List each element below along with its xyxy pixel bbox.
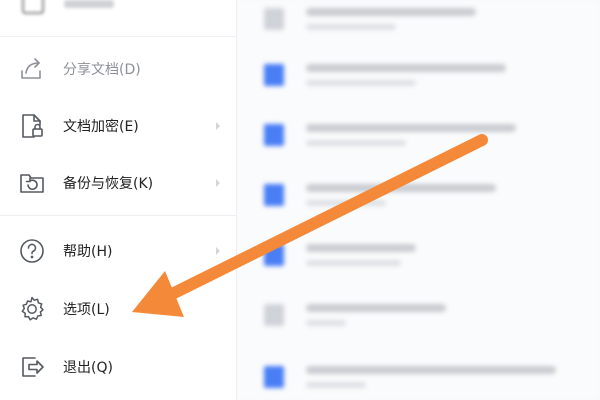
menu-item-label: 帮助(H) xyxy=(63,244,113,260)
chevron-right-icon xyxy=(213,121,223,131)
list-item xyxy=(258,58,588,98)
chevron-right-icon xyxy=(213,178,223,188)
folder-restore-icon xyxy=(17,168,47,198)
menu-divider xyxy=(0,215,236,216)
menu-item-label: 文档加密(E) xyxy=(63,119,139,135)
exit-icon xyxy=(17,352,47,382)
file-menu: 分享文档(D) 文档加密(E) 备份与恢复(K) 帮助(H) 选项(L) 退出(… xyxy=(0,0,237,400)
menu-item-partial xyxy=(0,0,236,28)
menu-item-share[interactable]: 分享文档(D) xyxy=(0,47,236,91)
menu-item-label: 分享文档(D) xyxy=(63,62,141,78)
list-item xyxy=(258,298,588,338)
menu-item-backup[interactable]: 备份与恢复(K) xyxy=(0,161,236,205)
list-item xyxy=(258,238,588,278)
document-list-background xyxy=(236,0,600,400)
menu-item-help[interactable]: 帮助(H) xyxy=(0,229,236,273)
share-icon xyxy=(17,54,47,84)
menu-item-label: 退出(Q) xyxy=(63,360,113,376)
chevron-right-icon xyxy=(213,246,223,256)
help-circle-icon xyxy=(17,236,47,266)
menu-divider xyxy=(0,36,236,37)
list-item xyxy=(258,360,588,400)
menu-item-exit[interactable]: 退出(Q) xyxy=(0,345,236,389)
list-item xyxy=(258,178,588,218)
list-item xyxy=(258,2,588,42)
document-lock-icon xyxy=(17,111,47,141)
menu-item-options[interactable]: 选项(L) xyxy=(0,287,236,331)
gear-icon xyxy=(17,294,47,324)
menu-item-encrypt[interactable]: 文档加密(E) xyxy=(0,104,236,148)
menu-item-label: 备份与恢复(K) xyxy=(63,176,154,192)
menu-item-label: 选项(L) xyxy=(63,302,110,318)
list-item xyxy=(258,118,588,158)
